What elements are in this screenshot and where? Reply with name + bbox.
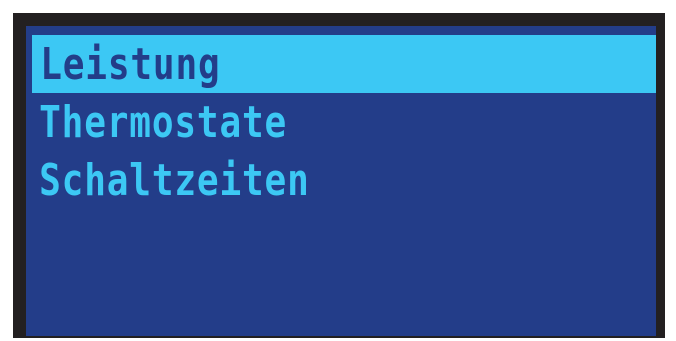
- menu-item-label: Thermostate: [39, 97, 288, 148]
- menu-item-schaltzeiten[interactable]: Schaltzeiten: [26, 151, 656, 209]
- menu-item-label: Schaltzeiten: [39, 155, 310, 206]
- menu-item-thermostate[interactable]: Thermostate: [26, 93, 656, 151]
- main-menu: Leistung Thermostate Schaltzeiten: [26, 35, 656, 209]
- menu-item-leistung[interactable]: Leistung: [32, 35, 656, 93]
- lcd-screen: Leistung Thermostate Schaltzeiten: [26, 26, 656, 336]
- menu-item-label: Leistung: [40, 39, 221, 90]
